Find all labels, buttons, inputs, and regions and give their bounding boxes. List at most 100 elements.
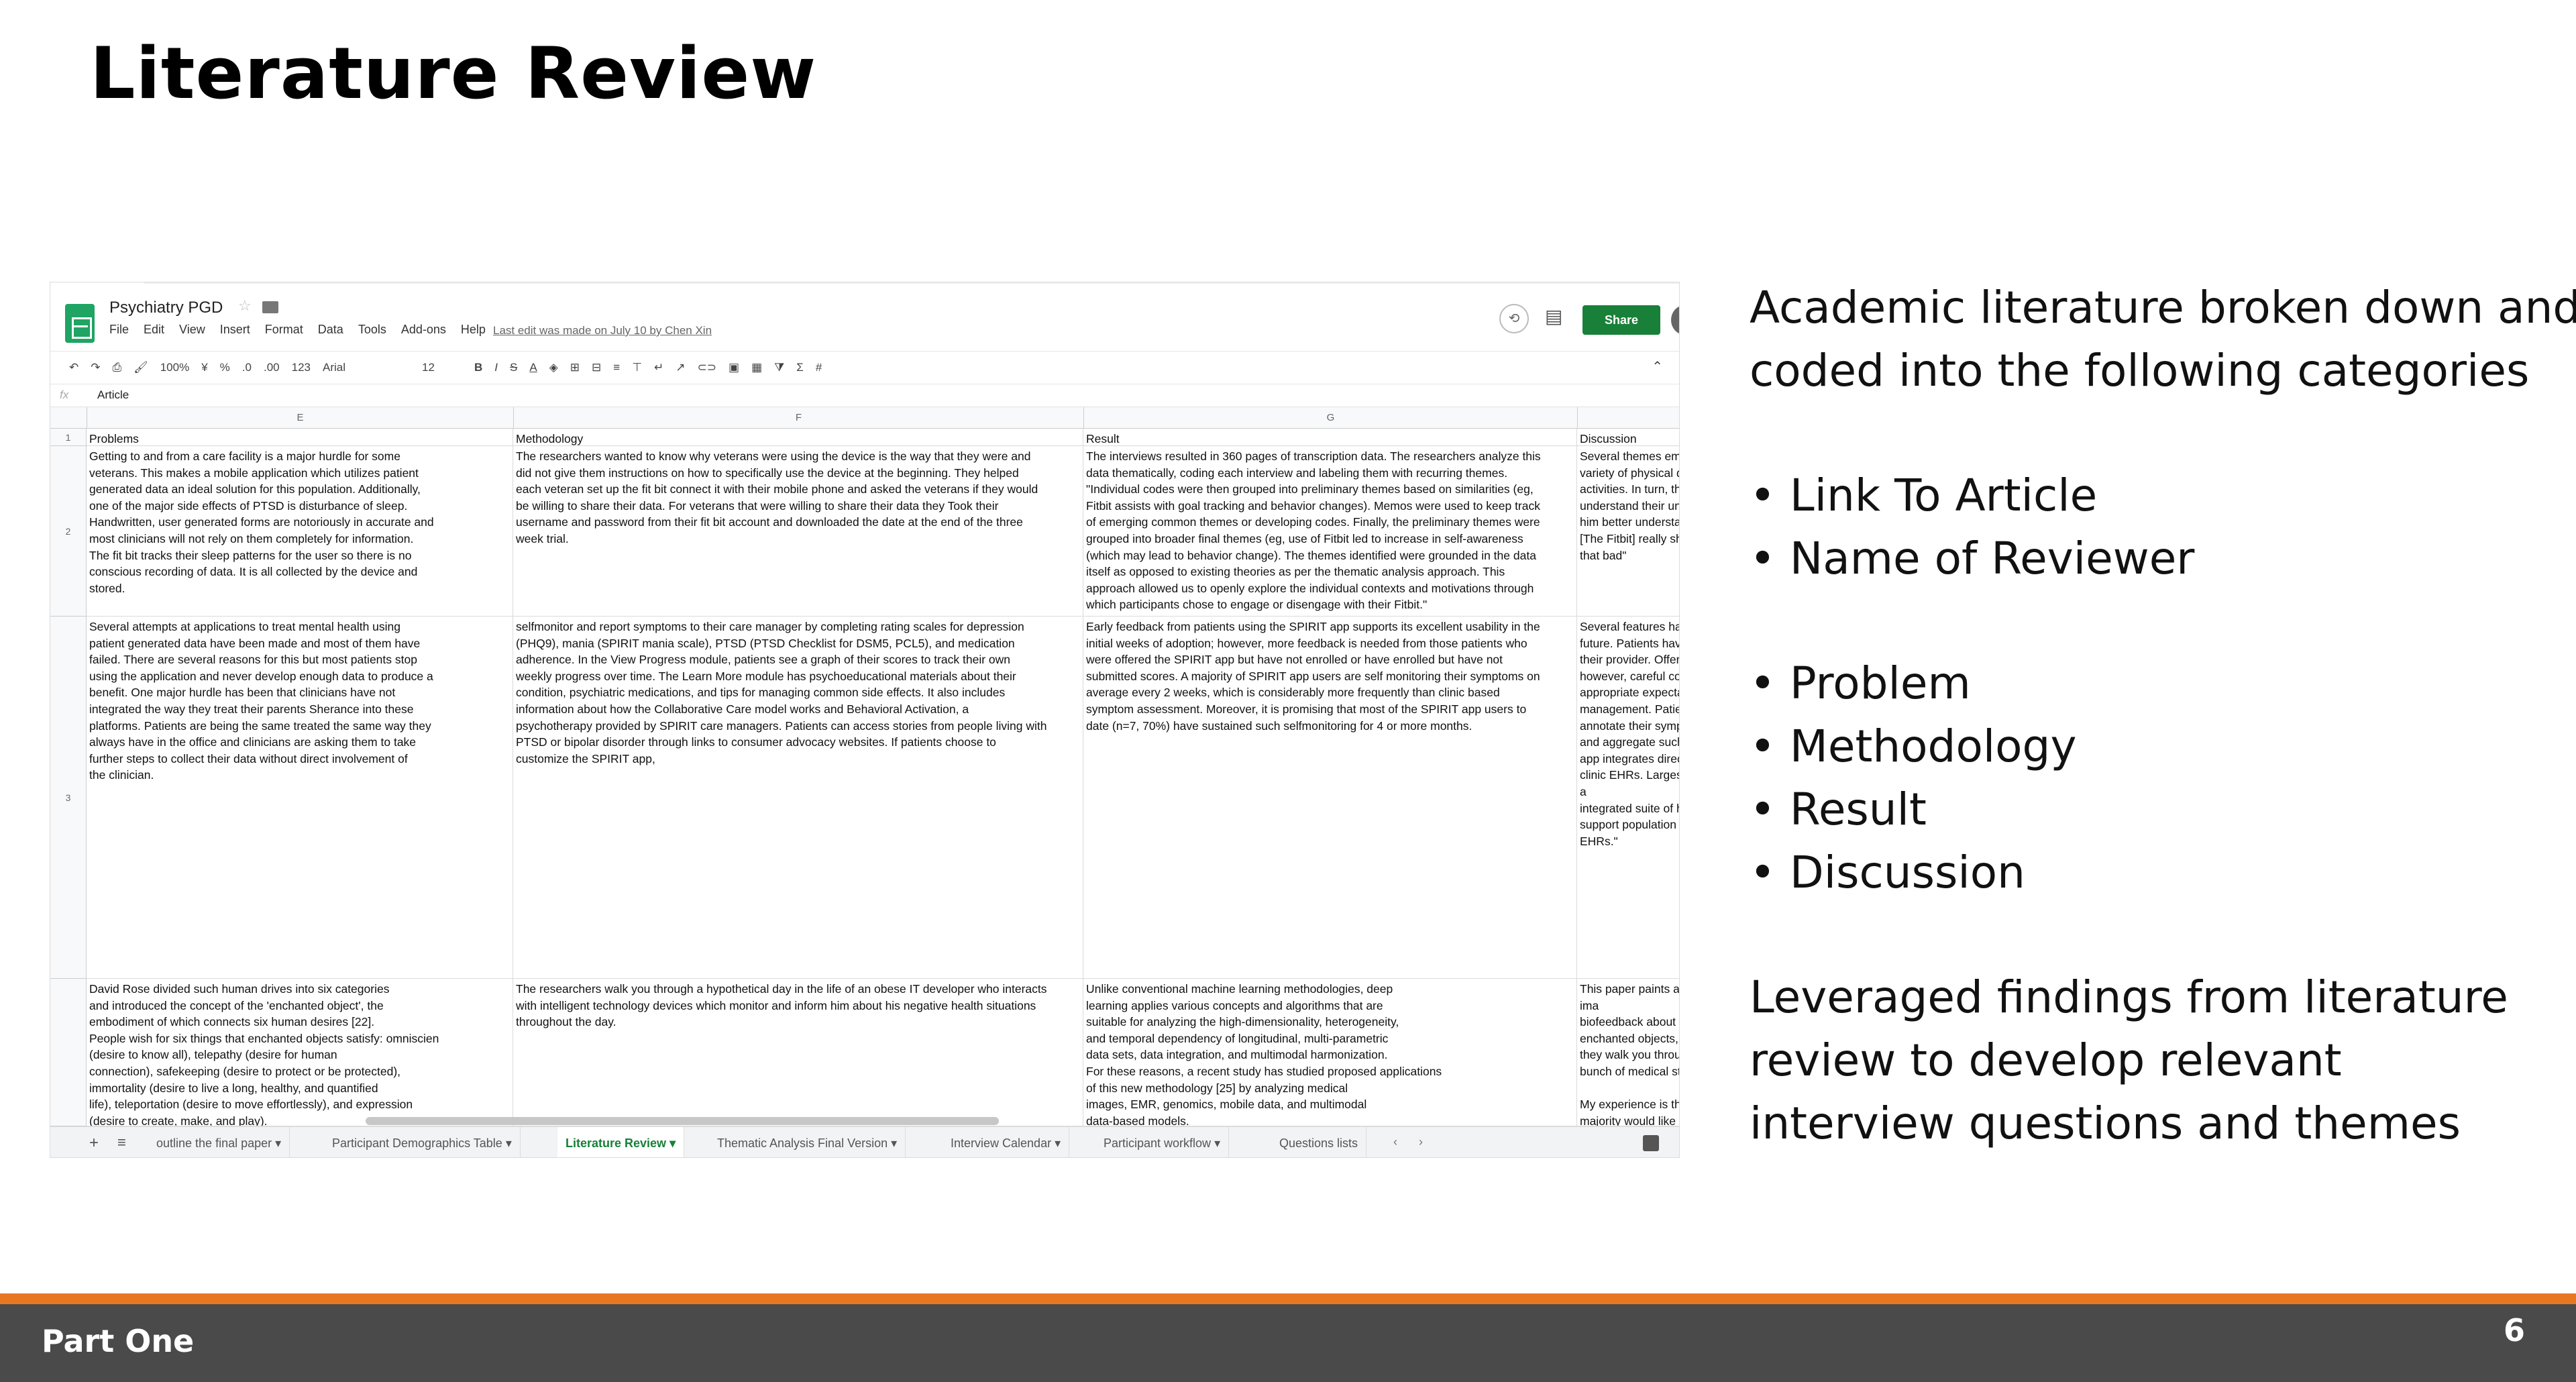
- functions-icon[interactable]: Σ: [796, 361, 804, 374]
- redo-icon[interactable]: ↷: [91, 361, 100, 374]
- sheet-tab[interactable]: Participant Demographics Table ▾: [324, 1127, 521, 1157]
- font-select[interactable]: Arial: [323, 361, 410, 374]
- text-wrap-icon[interactable]: ↵: [654, 361, 663, 374]
- folder-icon[interactable]: [262, 301, 278, 313]
- sheet-tab[interactable]: Thematic Analysis Final Version ▾: [709, 1127, 906, 1157]
- currency-button[interactable]: ¥: [201, 361, 207, 374]
- menu-data[interactable]: Data: [318, 323, 343, 337]
- spreadsheet-screenshot: Psychiatry PGD ☆ File Edit View Insert F…: [50, 282, 1680, 1158]
- bold-icon[interactable]: B: [474, 361, 482, 374]
- last-edit-link[interactable]: Last edit was made on July 10 by Chen Xi…: [493, 324, 712, 337]
- table-cell[interactable]: The interviews resulted in 360 pages of …: [1083, 446, 1577, 617]
- sheet-tab[interactable]: Interview Calendar ▾: [943, 1127, 1070, 1157]
- intro-line: coded into the following categories: [1750, 345, 2530, 396]
- formula-input[interactable]: Article: [97, 388, 129, 402]
- document-title[interactable]: Psychiatry PGD: [109, 299, 223, 317]
- sheets-logo-icon[interactable]: [65, 304, 95, 343]
- decrease-decimal-button[interactable]: .0: [242, 361, 252, 374]
- all-sheets-icon[interactable]: ≡: [117, 1134, 126, 1151]
- table-cell[interactable]: Several attempts at applications to trea…: [87, 617, 513, 979]
- table-cell[interactable]: This paper paints an ima biofeedback abo…: [1577, 979, 1679, 1126]
- sheet-tab[interactable]: Questions lists: [1271, 1127, 1367, 1157]
- bullet-text: Name of Reviewer: [1789, 533, 2195, 584]
- row-header[interactable]: 2: [50, 446, 87, 617]
- vertical-align-icon[interactable]: ⊤: [632, 361, 642, 374]
- table-cell[interactable]: The researchers walk you through a hypot…: [513, 979, 1083, 1126]
- table-cell[interactable]: Getting to and from a care facility is a…: [87, 446, 513, 617]
- text-rotate-icon[interactable]: ↗: [676, 361, 685, 374]
- number-format-select[interactable]: 123: [292, 361, 311, 374]
- print-icon[interactable]: ⎙: [113, 361, 122, 374]
- add-sheet-icon[interactable]: +: [89, 1134, 99, 1153]
- undo-icon[interactable]: ↶: [69, 361, 78, 374]
- explore-icon[interactable]: [1643, 1135, 1659, 1151]
- menu-tools[interactable]: Tools: [358, 323, 386, 337]
- sheet-tab[interactable]: outline the final paper ▾: [148, 1127, 290, 1157]
- menu-file[interactable]: File: [109, 323, 129, 337]
- menu-addons[interactable]: Add-ons: [401, 323, 446, 337]
- link-icon[interactable]: ⊂⊃: [698, 361, 717, 374]
- align-left-icon[interactable]: ≡: [613, 361, 620, 374]
- column-header-g[interactable]: G: [1083, 407, 1577, 429]
- scroll-tabs-left-icon[interactable]: ‹: [1393, 1135, 1397, 1149]
- insert-chart-icon[interactable]: ▦: [751, 361, 762, 374]
- sheet-tab[interactable]: Participant workflow ▾: [1095, 1127, 1230, 1157]
- top-divider: [144, 282, 1679, 284]
- cell-methodology-header[interactable]: Methodology: [513, 429, 1083, 446]
- share-button[interactable]: Share: [1582, 305, 1660, 335]
- merge-cells-icon[interactable]: ⊟: [592, 361, 601, 374]
- menu-help[interactable]: Help: [461, 323, 486, 337]
- percent-button[interactable]: %: [220, 361, 230, 374]
- strikethrough-icon[interactable]: S: [510, 361, 517, 374]
- table-cell[interactable]: David Rose divided such human drives int…: [87, 979, 513, 1126]
- fill-color-icon[interactable]: ◈: [549, 361, 558, 374]
- increase-decimal-button[interactable]: .00: [264, 361, 280, 374]
- font-size-select[interactable]: 12: [422, 361, 462, 374]
- horizontal-scrollbar[interactable]: [366, 1117, 999, 1125]
- star-icon[interactable]: ☆: [238, 297, 252, 315]
- table-cell[interactable]: Unlike conventional machine learning met…: [1083, 979, 1577, 1126]
- table-cell[interactable]: The researchers wanted to know why veter…: [513, 446, 1083, 617]
- activity-icon[interactable]: ⟲: [1499, 304, 1529, 333]
- formula-icon: fx: [60, 388, 69, 401]
- paint-format-icon[interactable]: 🖌: [133, 361, 148, 374]
- avatar[interactable]: [1671, 305, 1679, 335]
- column-header-f[interactable]: F: [513, 407, 1083, 429]
- insert-comment-icon[interactable]: ▣: [729, 361, 739, 374]
- menu-bar: File Edit View Insert Format Data Tools …: [109, 323, 486, 337]
- row-header[interactable]: [50, 979, 87, 1126]
- bullet-text: Problem: [1789, 657, 1971, 709]
- table-cell[interactable]: Early feedback from patients using the S…: [1083, 617, 1577, 979]
- cell-problems-header[interactable]: Problems: [87, 429, 513, 446]
- input-tools-icon[interactable]: #: [816, 361, 822, 374]
- cell-discussion-header[interactable]: Discussion: [1577, 429, 1679, 446]
- outro-text: Leveraged findings from literature revie…: [1750, 966, 2508, 1155]
- bullet-item: • Methodology: [1750, 721, 2077, 772]
- comment-icon[interactable]: ▤: [1545, 305, 1562, 327]
- bullet-text: Methodology: [1789, 721, 2077, 772]
- table-cell[interactable]: Several themes emerge variety of physica…: [1577, 446, 1679, 617]
- sheet-tab-label: Participant workflow: [1104, 1136, 1212, 1150]
- collapse-toolbar-icon[interactable]: ⌃: [1652, 358, 1663, 375]
- menu-edit[interactable]: Edit: [144, 323, 164, 337]
- italic-icon[interactable]: I: [494, 361, 498, 374]
- menu-format[interactable]: Format: [265, 323, 303, 337]
- menu-view[interactable]: View: [179, 323, 205, 337]
- table-cell[interactable]: Several features have er future. Patient…: [1577, 617, 1679, 979]
- filter-icon[interactable]: ⧩: [774, 361, 784, 374]
- sheet-tab-label: outline the final paper: [156, 1136, 272, 1150]
- row-header[interactable]: 1: [50, 429, 87, 446]
- zoom-select[interactable]: 100%: [160, 361, 189, 374]
- sheet-tab-active[interactable]: Literature Review ▾: [557, 1127, 685, 1157]
- column-header-h[interactable]: [1577, 407, 1679, 429]
- column-header-e[interactable]: E: [87, 407, 513, 429]
- cell-result-header[interactable]: Result: [1083, 429, 1577, 446]
- row-header[interactable]: 3: [50, 617, 87, 979]
- intro-line: Academic literature broken down and: [1750, 282, 2576, 333]
- text-color-icon[interactable]: A: [529, 361, 537, 374]
- borders-icon[interactable]: ⊞: [570, 361, 580, 374]
- scroll-tabs-right-icon[interactable]: ›: [1419, 1135, 1423, 1149]
- menu-insert[interactable]: Insert: [220, 323, 250, 337]
- table-cell[interactable]: selfmonitor and report symptoms to their…: [513, 617, 1083, 979]
- bullet-list-1: • Link To Article • Name of Reviewer: [1750, 464, 2194, 590]
